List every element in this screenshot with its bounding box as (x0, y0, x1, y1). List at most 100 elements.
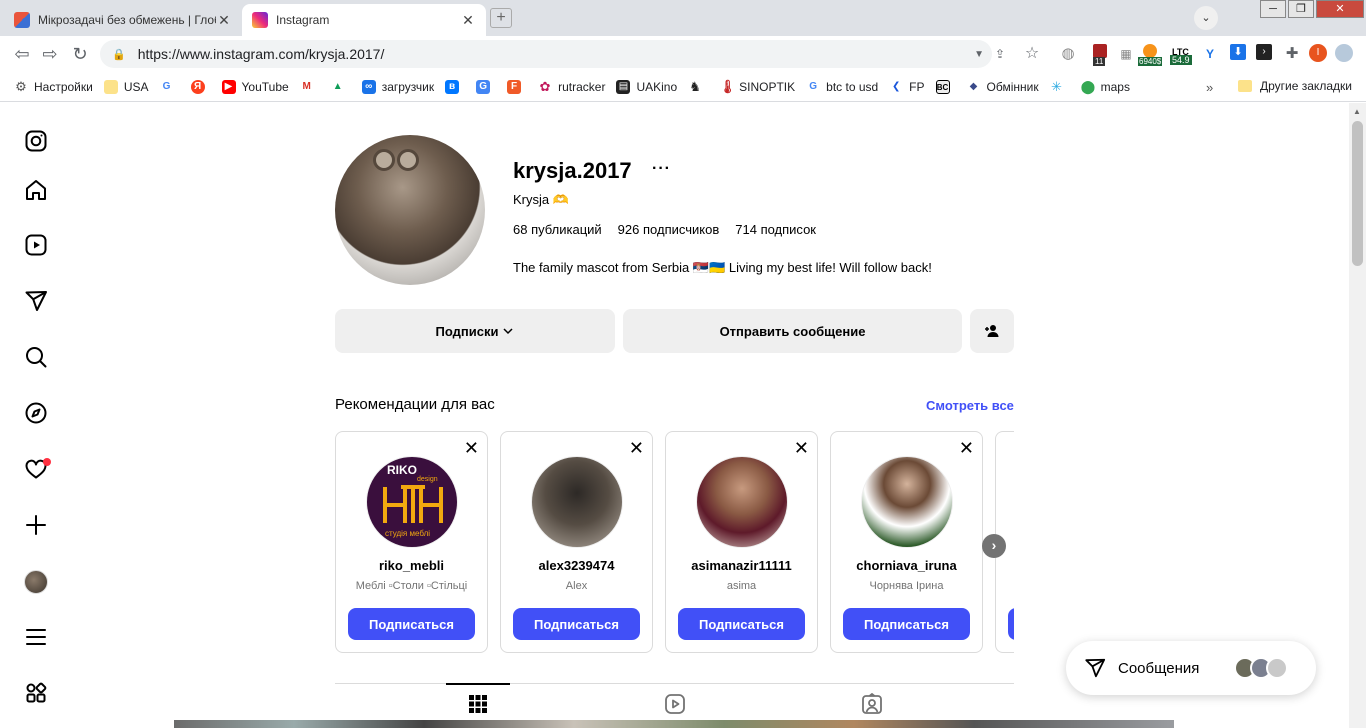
chevron-down-icon[interactable]: ▼ (974, 49, 984, 60)
follow-button[interactable]: Подписаться (843, 608, 970, 640)
bookmark-settings[interactable]: ⚙ Настройки (14, 79, 93, 94)
dismiss-close-icon[interactable]: ✕ (629, 438, 644, 459)
posts-grid-preview[interactable] (174, 720, 1174, 728)
reels-icon[interactable] (24, 233, 48, 257)
apps-grid-icon[interactable] (24, 681, 48, 705)
following-button[interactable]: Подписки (335, 309, 615, 353)
bookmark-loader[interactable]: ∞ загрузчик (361, 79, 434, 94)
minimize-window-button[interactable]: ─ (1260, 0, 1286, 18)
tab-reels[interactable] (643, 684, 707, 724)
share-icon[interactable]: ⇪ (990, 44, 1010, 64)
bookmark-fp[interactable]: ❮ FP (889, 80, 925, 94)
terminal-extension-icon[interactable]: › (1254, 44, 1274, 64)
bookmark-bc[interactable]: BC (935, 79, 956, 94)
bitcoin-extension-icon[interactable]: 6940$ (1138, 44, 1163, 66)
followers-count[interactable]: 926 подписчиков (618, 222, 720, 237)
follow-button[interactable]: Подписаться (348, 608, 475, 640)
suggestion-avatar[interactable] (861, 456, 953, 548)
dismiss-close-icon[interactable]: ✕ (464, 438, 479, 459)
profile-avatar-icon[interactable]: I (1308, 44, 1328, 64)
follow-button[interactable]: Подписаться (513, 608, 640, 640)
google-icon: G (809, 80, 818, 92)
bookmark-exchanger[interactable]: ◆ Обмінник (967, 80, 1039, 94)
search-icon[interactable] (24, 345, 48, 369)
globe-extension-icon[interactable]: ◍ (1058, 44, 1078, 64)
bookmark-f[interactable]: F (507, 79, 527, 94)
suggestion-avatar[interactable] (531, 456, 623, 548)
bookmark-usa[interactable]: USA (103, 79, 149, 94)
browser-tab-instagram[interactable]: Instagram ✕ (242, 4, 486, 36)
profile-avatar-nav[interactable] (24, 570, 48, 594)
more-bookmarks-icon[interactable]: » (1206, 80, 1213, 95)
tab-posts[interactable] (446, 683, 510, 723)
suggestion-avatar[interactable]: RIKO design студія меблі (366, 456, 458, 548)
suggested-users-button[interactable] (970, 309, 1014, 353)
tab-search-chevron-icon[interactable]: ⌄ (1194, 6, 1218, 30)
direct-send-icon[interactable] (24, 289, 48, 313)
new-tab-button[interactable]: + (490, 8, 512, 28)
menu-hamburger-icon[interactable] (24, 625, 48, 649)
dismiss-close-icon[interactable]: ✕ (794, 438, 809, 459)
suggestion-username[interactable]: chorniava_iruna (831, 558, 982, 573)
chrome-menu-icon[interactable] (1334, 44, 1354, 64)
browser-tab-microtasks[interactable]: Мікрозадачі без обмежень | Глоб ✕ (4, 4, 242, 36)
close-tab-icon[interactable]: ✕ (216, 12, 232, 29)
suggestion-username[interactable]: riko_mebli (336, 558, 487, 573)
bookmark-star[interactable]: ✳ (1050, 79, 1070, 94)
bookmark-sinoptik[interactable]: 🌡 SINOPTIK (719, 79, 795, 94)
close-window-button[interactable]: ✕ (1316, 0, 1364, 18)
profile-initial: I (1309, 44, 1327, 62)
bookmark-star-icon[interactable]: ☆ (1022, 44, 1042, 64)
restore-window-button[interactable]: ❐ (1288, 0, 1314, 18)
back-arrow-icon[interactable]: ⇦ (10, 44, 34, 64)
scroll-up-icon[interactable]: ▲ (1353, 107, 1361, 116)
suggestion-username[interactable]: asimanazir11111 (666, 558, 817, 573)
shield-extension-icon[interactable]: 11 (1090, 44, 1110, 66)
tab-title: Instagram (276, 13, 330, 27)
bookmark-maps[interactable]: ⬤ maps (1080, 78, 1130, 94)
forward-arrow-icon[interactable]: ⇨ (38, 44, 62, 64)
bookmark-yandex[interactable]: Я (190, 79, 211, 94)
tab-tagged[interactable] (840, 684, 904, 724)
bookmark-drive[interactable]: ▲ (331, 80, 351, 94)
scrollbar-thumb[interactable] (1352, 121, 1363, 266)
profile-picture[interactable] (335, 135, 485, 285)
bookmark-google[interactable]: G (160, 80, 180, 94)
puzzle-extensions-icon[interactable]: ✚ (1282, 44, 1302, 64)
bookmark-youtube[interactable]: ▶ YouTube (221, 79, 289, 94)
bookmark-vk[interactable]: в (445, 79, 465, 94)
dismiss-close-icon[interactable]: ✕ (959, 438, 974, 459)
see-all-link[interactable]: Смотреть все (926, 398, 1014, 413)
bookmark-chess[interactable]: ♞ (688, 79, 708, 94)
bookmark-gmail[interactable]: M (300, 80, 320, 94)
address-bar[interactable]: 🔒 https://www.instagram.com/krysja.2017/… (100, 40, 992, 68)
bookmark-translate[interactable]: G (476, 79, 496, 94)
litecoin-extension-icon[interactable]: LTC 54.9 (1170, 44, 1192, 65)
briefcase-extension-icon[interactable]: ▦ (1116, 44, 1136, 64)
page-scrollbar[interactable]: ▲ (1349, 103, 1366, 728)
reload-icon[interactable]: ↻ (68, 44, 92, 64)
v-extension-icon[interactable]: Y (1200, 44, 1220, 64)
instagram-logo-icon[interactable] (24, 129, 48, 153)
more-options-icon[interactable]: ··· (652, 160, 671, 178)
messages-drawer-button[interactable]: Сообщения (1066, 641, 1316, 695)
following-count[interactable]: 714 подписок (735, 222, 816, 237)
send-message-button[interactable]: Отправить сообщение (623, 309, 962, 353)
next-arrow-icon[interactable]: › (982, 534, 1006, 558)
suggestion-username[interactable]: alex3239474 (501, 558, 652, 573)
follow-button[interactable]: Подписаться (678, 608, 805, 640)
download-extension-icon[interactable]: ⬇ (1228, 44, 1248, 64)
profile-stats: 68 публикаций 926 подписчиков 714 подпис… (513, 222, 816, 237)
home-icon[interactable] (24, 178, 48, 202)
create-plus-icon[interactable] (24, 513, 48, 537)
explore-compass-icon[interactable] (24, 401, 48, 425)
bookmark-rutracker[interactable]: ✿ rutracker (538, 79, 606, 94)
maps-icon: ⬤ (1080, 78, 1096, 94)
bookmark-uakino[interactable]: ▤ UAKino (616, 79, 677, 94)
bookmark-btc-to-usd[interactable]: Gbtc to usd (806, 80, 878, 94)
other-bookmarks[interactable]: Другие закладки (1238, 79, 1352, 93)
close-tab-icon[interactable]: ✕ (460, 12, 476, 29)
follow-button-partial[interactable] (1008, 608, 1014, 640)
messages-label: Сообщения (1118, 659, 1200, 677)
suggestion-avatar[interactable] (696, 456, 788, 548)
